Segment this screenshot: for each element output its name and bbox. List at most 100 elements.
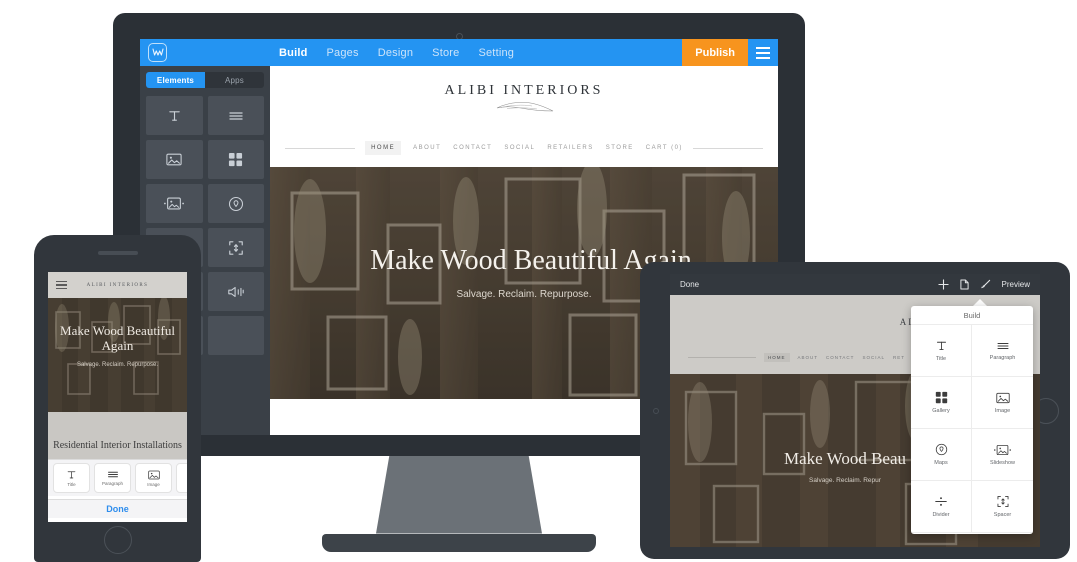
site-nav-contact[interactable]: CONTACT — [453, 145, 492, 151]
phone-site-logo: ALIBI INTERIORS — [86, 282, 149, 288]
phone-device: ALIBI INTERIORS Make Wood Beautiful Agai… — [34, 235, 201, 562]
tablet-preview-button[interactable]: Preview — [1002, 280, 1030, 289]
monitor-stand-base — [322, 534, 596, 552]
site-nav: HOME ABOUT CONTACT SOCIAL RETAILERS STOR… — [270, 141, 778, 155]
popover-item-divider[interactable]: Divider — [911, 481, 972, 533]
phone-section: Residential Interior Installations — [48, 412, 187, 464]
builder-nav-setting[interactable]: Setting — [478, 47, 514, 59]
paragraph-icon — [107, 470, 119, 479]
element-spacer[interactable] — [207, 228, 264, 267]
element-maps[interactable] — [207, 184, 264, 223]
brush-icon[interactable] — [980, 279, 991, 290]
builder-nav-pages[interactable]: Pages — [327, 47, 359, 59]
nav-rule-left — [688, 357, 756, 358]
phone-home-button[interactable] — [103, 526, 132, 554]
site-nav-cart[interactable]: CART (0) — [646, 145, 683, 151]
site-logo-text: ALIBI INTERIORS — [444, 83, 604, 98]
phone-element-paragraph[interactable]: Paragraph — [94, 463, 131, 493]
phone-site-header: ALIBI INTERIORS — [48, 272, 187, 298]
tablet-device: Done Preview ALIBI INTERIO — [640, 262, 1070, 559]
builder-nav-store[interactable]: Store — [432, 47, 459, 59]
popover-item-title[interactable]: Title — [911, 325, 972, 377]
site-nav-home[interactable]: HOME — [365, 141, 402, 155]
element-slideshow[interactable] — [146, 184, 203, 223]
burger-line — [756, 56, 770, 59]
tablet-done-button[interactable]: Done — [680, 280, 699, 289]
nav-rule-right — [692, 147, 763, 149]
popover-arrow-icon — [973, 299, 987, 306]
burger-line — [756, 51, 770, 54]
publish-button[interactable]: Publish — [682, 39, 748, 66]
tablet-toolbar: Done Preview — [670, 274, 1040, 295]
sidebar-tabs: Elements Apps — [146, 72, 264, 88]
tablet-nav-home[interactable]: HOME — [764, 353, 790, 362]
element-audio[interactable] — [207, 272, 264, 311]
element-gallery[interactable] — [207, 140, 264, 179]
phone-done-button[interactable]: Done — [48, 499, 187, 518]
element-paragraph[interactable] — [207, 96, 264, 135]
tablet-nav-about[interactable]: ABOUT — [798, 355, 819, 360]
builder-nav: Build Pages Design Store Setting — [279, 47, 514, 59]
popover-item-paragraph[interactable]: Paragraph — [972, 325, 1033, 377]
slideshow-icon — [164, 197, 185, 210]
camera-icon — [653, 407, 659, 414]
tab-apps[interactable]: Apps — [205, 72, 264, 88]
element-image[interactable] — [146, 140, 203, 179]
build-popover: Build Title Paragraph Gallery Image Maps… — [911, 306, 1033, 534]
title-icon — [167, 108, 182, 123]
devices-showcase: Build Pages Design Store Setting Publish — [0, 0, 1077, 562]
burger-line — [56, 287, 67, 290]
site-nav-about[interactable]: ABOUT — [413, 145, 441, 151]
phone-hero-text: Make Wood Beautiful Again Salvage. Recla… — [48, 323, 187, 368]
popover-item-label: Divider — [932, 512, 950, 518]
builder-topbar: Build Pages Design Store Setting Publish — [140, 39, 778, 66]
element-title[interactable] — [146, 96, 203, 135]
phone-hero-subtitle: Salvage. Reclaim. Repurpose. — [76, 362, 159, 368]
popover-item-slideshow[interactable]: Slideshow — [972, 429, 1033, 481]
phone-element-image[interactable]: Image — [135, 463, 172, 493]
builder-nav-build[interactable]: Build — [279, 47, 308, 59]
phone-screen: ALIBI INTERIORS Make Wood Beautiful Agai… — [48, 272, 187, 522]
site-nav-store[interactable]: STORE — [606, 145, 634, 151]
phone-element-label: Title — [67, 482, 76, 487]
popover-item-gallery[interactable]: Gallery — [911, 377, 972, 429]
page-icon[interactable] — [959, 279, 969, 290]
image-icon — [995, 392, 1010, 404]
popover-item-label: Image — [994, 407, 1011, 414]
phone-element-next[interactable] — [176, 463, 187, 493]
site-nav-retailers[interactable]: RETAILERS — [547, 145, 593, 151]
popover-item-image[interactable]: Image — [972, 377, 1033, 429]
phone-element-label: Image — [147, 481, 160, 487]
weebly-logo-icon[interactable] — [148, 43, 167, 62]
phone-speaker — [97, 251, 138, 255]
tab-elements[interactable]: Elements — [146, 72, 205, 88]
title-icon — [935, 339, 948, 352]
slideshow-icon — [994, 444, 1011, 456]
element-extra[interactable] — [207, 316, 264, 355]
tablet-nav-retailers[interactable]: RET — [893, 355, 905, 360]
image-icon — [147, 470, 160, 480]
popover-item-spacer[interactable]: Spacer — [972, 481, 1033, 533]
spacer-icon — [228, 240, 244, 256]
phone-hero-title: Make Wood Beautiful Again — [60, 323, 175, 353]
popover-item-maps[interactable]: Maps — [911, 429, 972, 481]
popover-item-label: Gallery — [932, 408, 950, 414]
map-pin-icon — [935, 443, 948, 456]
tablet-nav-social[interactable]: SOCIAL — [862, 355, 885, 360]
map-pin-icon — [228, 196, 244, 212]
paragraph-icon — [228, 110, 244, 122]
paragraph-icon — [996, 341, 1010, 351]
builder-nav-design[interactable]: Design — [378, 47, 413, 59]
audio-icon — [227, 285, 245, 299]
phone-element-title[interactable]: Title — [53, 463, 90, 493]
popover-grid: Title Paragraph Gallery Image Maps Slide… — [911, 325, 1033, 533]
spacer-icon — [996, 495, 1010, 508]
phone-element-toolbar: Title Paragraph Image — [48, 459, 187, 496]
phone-hero: Make Wood Beautiful Again Salvage. Recla… — [48, 298, 187, 412]
divider-icon — [934, 495, 948, 508]
add-plus-icon[interactable] — [937, 279, 949, 290]
hamburger-menu-icon[interactable] — [748, 39, 778, 66]
site-nav-social[interactable]: SOCIAL — [504, 145, 535, 151]
tablet-nav-contact[interactable]: CONTACT — [826, 355, 854, 360]
flourish-icon — [479, 100, 569, 113]
